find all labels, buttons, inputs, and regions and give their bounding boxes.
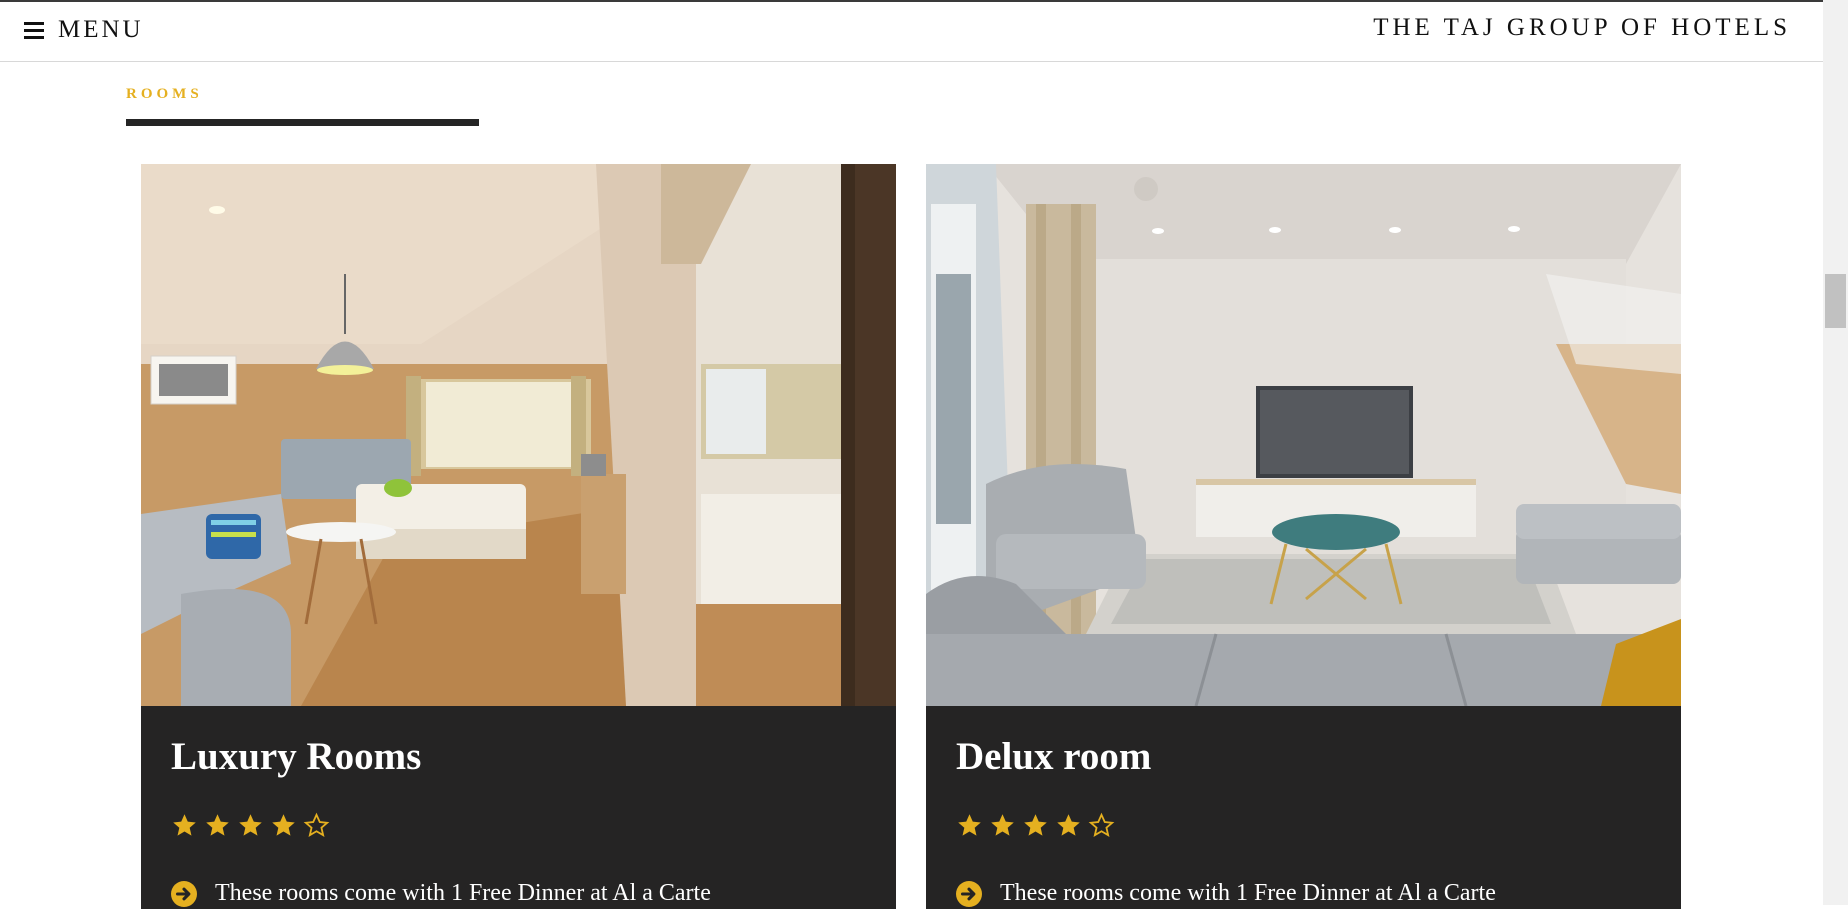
menu-label[interactable]: MENU: [58, 16, 144, 44]
menu-button[interactable]: MENU: [24, 14, 144, 46]
star-filled-icon: [958, 814, 981, 836]
star-outline-icon: [1088, 812, 1115, 838]
room-photo: [926, 164, 1681, 706]
star-outline-icon: [303, 812, 330, 838]
star-rating: [956, 812, 1121, 839]
site-header: MENU THE TAJ GROUP OF HOTELS: [0, 2, 1823, 62]
star-filled-icon: [239, 814, 262, 836]
feature-item: These rooms come with 1 Free Dinner at A…: [171, 880, 711, 907]
star-rating: [171, 812, 336, 839]
star-filled-icon: [173, 814, 196, 836]
hamburger-icon[interactable]: [24, 21, 44, 39]
arrow-circle-right-icon: [171, 880, 197, 907]
star-filled-icon: [1024, 814, 1047, 836]
room-photo: [141, 164, 896, 706]
room-title: Luxury Rooms: [171, 735, 422, 778]
arrow-circle-right-icon: [956, 880, 982, 907]
room-title: Delux room: [956, 735, 1152, 778]
star-filled-icon: [206, 814, 229, 836]
room-card-luxury[interactable]: Luxury Rooms These rooms come with 1 Fre…: [141, 164, 896, 909]
brand-title[interactable]: THE TAJ GROUP OF HOTELS: [1373, 14, 1791, 42]
scrollbar-thumb[interactable]: [1825, 274, 1846, 328]
star-filled-icon: [272, 814, 295, 836]
room-card-delux[interactable]: Delux room These rooms come with 1 Free …: [926, 164, 1681, 909]
section-label: ROOMS: [126, 86, 203, 102]
star-filled-icon: [1057, 814, 1080, 836]
feature-text: These rooms come with 1 Free Dinner at A…: [215, 880, 711, 906]
feature-text: These rooms come with 1 Free Dinner at A…: [1000, 880, 1496, 906]
feature-item: These rooms come with 1 Free Dinner at A…: [956, 880, 1496, 907]
section-underline: [126, 119, 479, 126]
star-filled-icon: [991, 814, 1014, 836]
vertical-scrollbar[interactable]: [1823, 0, 1848, 905]
